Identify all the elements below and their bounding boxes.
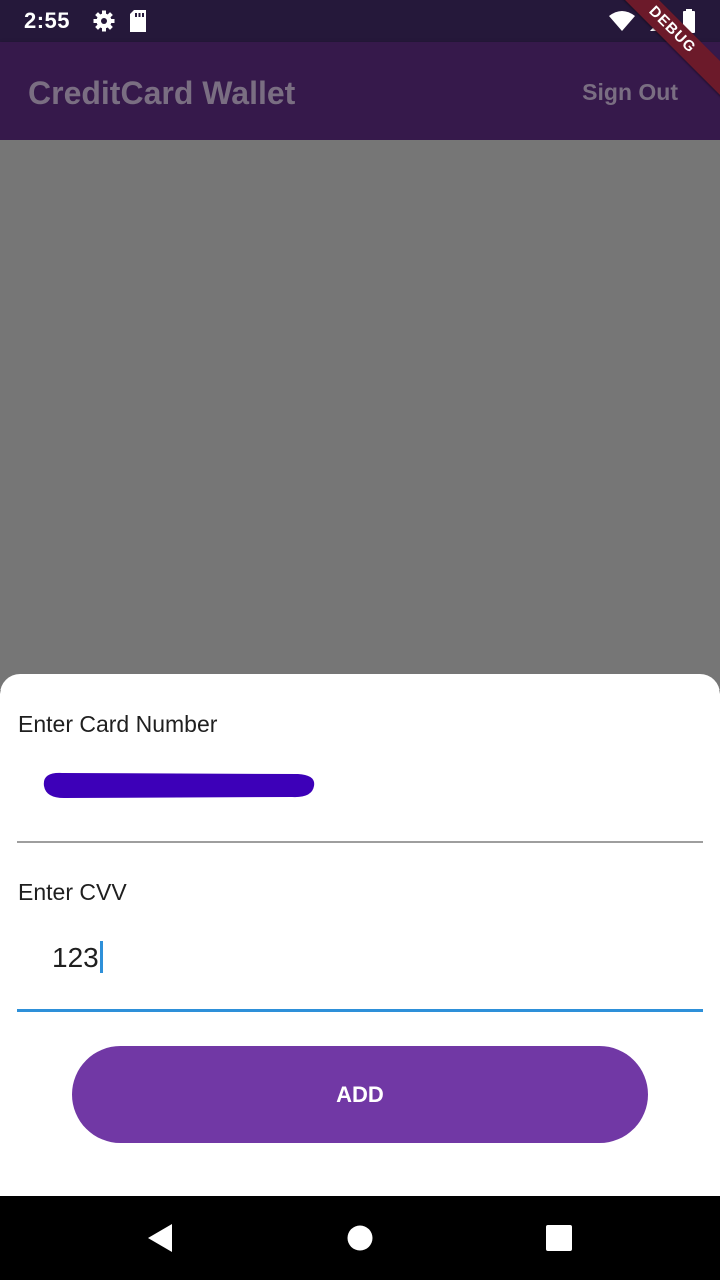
redaction-scribble: [43, 772, 315, 798]
recents-icon[interactable]: [545, 1223, 573, 1253]
status-left-icons: [92, 9, 148, 33]
back-icon[interactable]: [146, 1223, 174, 1253]
wifi-icon: [609, 11, 635, 31]
app-title: CreditCard Wallet: [28, 75, 296, 111]
card-number-underline: [17, 841, 703, 843]
card-number-label: Enter Card Number: [18, 711, 218, 737]
cvv-label: Enter CVV: [18, 879, 127, 905]
status-time: 2:55: [24, 8, 71, 33]
navigation-bar: [0, 1196, 720, 1280]
sign-out-button[interactable]: Sign Out: [582, 79, 678, 106]
cvv-underline-focused: [17, 1009, 703, 1012]
card-number-input[interactable]: [17, 744, 703, 842]
home-icon[interactable]: [347, 1223, 373, 1253]
cvv-input[interactable]: [17, 914, 703, 1010]
modal-scrim[interactable]: [0, 140, 720, 690]
gear-icon: [93, 10, 115, 32]
cvv-value: 123: [52, 941, 103, 974]
add-button[interactable]: ADD: [72, 1046, 648, 1143]
app-bar: CreditCard Wallet Sign Out: [0, 42, 720, 140]
text-caret: [99, 941, 103, 973]
sd-card-icon: [130, 10, 146, 32]
status-bar: 2:55: [0, 0, 720, 42]
add-card-bottom-sheet: Enter Card Number Enter CVV 123 ADD: [0, 674, 720, 1196]
